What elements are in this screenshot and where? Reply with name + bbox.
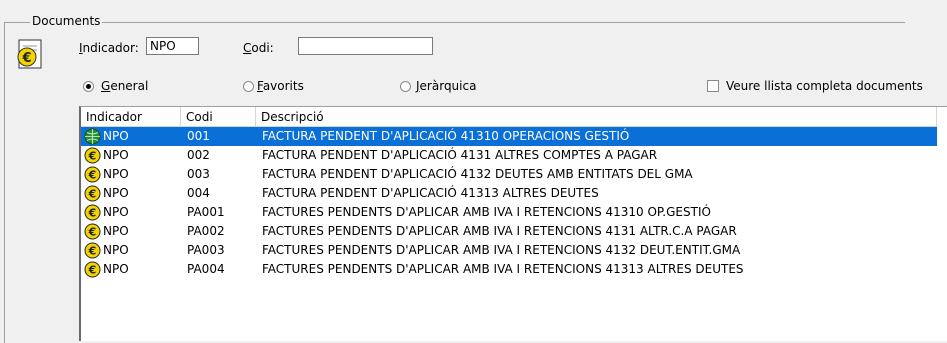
favorits-label[interactable]: Favorits — [257, 79, 304, 93]
list-header: Indicador Codi Descripció — [81, 107, 947, 127]
cell-codi: 003 — [187, 167, 210, 181]
table-row[interactable]: € NPO 003 FACTURA PENDENT D'APLICACIÓ 4132 … — [81, 165, 937, 184]
indicador-input[interactable]: NPO — [146, 37, 199, 55]
cell-codi: 004 — [187, 186, 210, 200]
full-list-checkbox[interactable] — [707, 80, 719, 92]
cell-indicador: NPO — [103, 186, 129, 200]
svg-text:€: € — [88, 264, 97, 277]
svg-text:€: € — [88, 188, 97, 201]
general-radio[interactable] — [83, 81, 94, 92]
cell-descripcio: FACTURA PENDENT D'APLICACIÓ 4132 DEUTES … — [262, 167, 693, 181]
general-label[interactable]: General — [101, 79, 148, 93]
jerarquica-radio[interactable] — [400, 81, 411, 92]
cell-descripcio: FACTURES PENDENTS D'APLICAR AMB IVA I RE… — [262, 262, 744, 276]
table-row[interactable]: € NPO PA001 FACTURES PENDENTS D'APLICAR AMB… — [81, 203, 937, 222]
cell-codi: 002 — [187, 148, 210, 162]
cell-descripcio: FACTURA PENDENT D'APLICACIÓ 41310 OPERAC… — [262, 129, 630, 143]
euro-coin-icon: € — [84, 242, 101, 259]
svg-text:€: € — [88, 169, 97, 182]
euro-coin-icon: € — [84, 166, 101, 183]
group-title: Documents — [30, 14, 103, 28]
svg-text:€: € — [88, 150, 97, 163]
cell-indicador: NPO — [103, 224, 129, 238]
cell-descripcio: FACTURES PENDENTS D'APLICAR AMB IVA I RE… — [262, 205, 711, 219]
column-header-indicador[interactable]: Indicador — [81, 107, 181, 127]
codi-input[interactable] — [298, 37, 433, 55]
cell-indicador: NPO — [103, 262, 129, 276]
svg-text:€: € — [88, 226, 97, 239]
svg-text:€: € — [88, 245, 97, 258]
cell-indicador: NPO — [103, 243, 129, 257]
column-header-codi[interactable]: Codi — [181, 107, 256, 127]
euro-coin-icon: € — [84, 261, 101, 278]
cell-indicador: NPO — [103, 167, 129, 181]
euro-coin-icon: € — [84, 223, 101, 240]
cell-codi: PA003 — [187, 243, 225, 257]
euro-document-icon: € — [15, 38, 45, 70]
indicador-label: Indicador: — [79, 41, 139, 55]
cell-codi: 001 — [187, 129, 210, 143]
cell-codi: PA002 — [187, 224, 225, 238]
column-header-descripcio[interactable]: Descripció — [256, 107, 937, 127]
cell-codi: PA004 — [187, 262, 225, 276]
euro-coin-icon: € — [84, 147, 101, 164]
cell-codi: PA001 — [187, 205, 225, 219]
euro-coin-icon: € — [84, 204, 101, 221]
globe-icon — [84, 128, 101, 145]
cell-indicador: NPO — [103, 129, 129, 143]
cell-descripcio: FACTURES PENDENTS D'APLICAR AMB IVA I RE… — [262, 243, 741, 257]
cell-descripcio: FACTURA PENDENT D'APLICACIÓ 41313 ALTRES… — [262, 186, 599, 200]
cell-descripcio: FACTURA PENDENT D'APLICACIÓ 4131 ALTRES … — [262, 148, 658, 162]
cell-indicador: NPO — [103, 148, 129, 162]
table-row[interactable]: € NPO 004 FACTURA PENDENT D'APLICACIÓ 41313… — [81, 184, 937, 203]
documents-list[interactable]: Indicador Codi Descripció NPO 001 FACTURA … — [79, 106, 947, 341]
svg-text:€: € — [21, 51, 31, 66]
table-row[interactable]: € NPO PA002 FACTURES PENDENTS D'APLICAR AMB… — [81, 222, 937, 241]
table-row[interactable]: € NPO PA003 FACTURES PENDENTS D'APLICAR AMB… — [81, 241, 937, 260]
euro-coin-icon: € — [84, 185, 101, 202]
table-row[interactable]: NPO 001 FACTURA PENDENT D'APLICACIÓ 41310 … — [81, 127, 937, 146]
jerarquica-label[interactable]: Jeràrquica — [416, 79, 476, 93]
table-row[interactable]: € NPO 002 FACTURA PENDENT D'APLICACIÓ 4131 … — [81, 146, 937, 165]
favorits-radio[interactable] — [243, 81, 254, 92]
codi-label: Codi: — [243, 41, 274, 55]
svg-text:€: € — [88, 207, 97, 220]
table-row[interactable]: € NPO PA004 FACTURES PENDENTS D'APLICAR AMB… — [81, 260, 937, 279]
cell-descripcio: FACTURES PENDENTS D'APLICAR AMB IVA I RE… — [262, 224, 737, 238]
cell-indicador: NPO — [103, 205, 129, 219]
full-list-label[interactable]: Veure llista completa documents — [726, 79, 923, 93]
